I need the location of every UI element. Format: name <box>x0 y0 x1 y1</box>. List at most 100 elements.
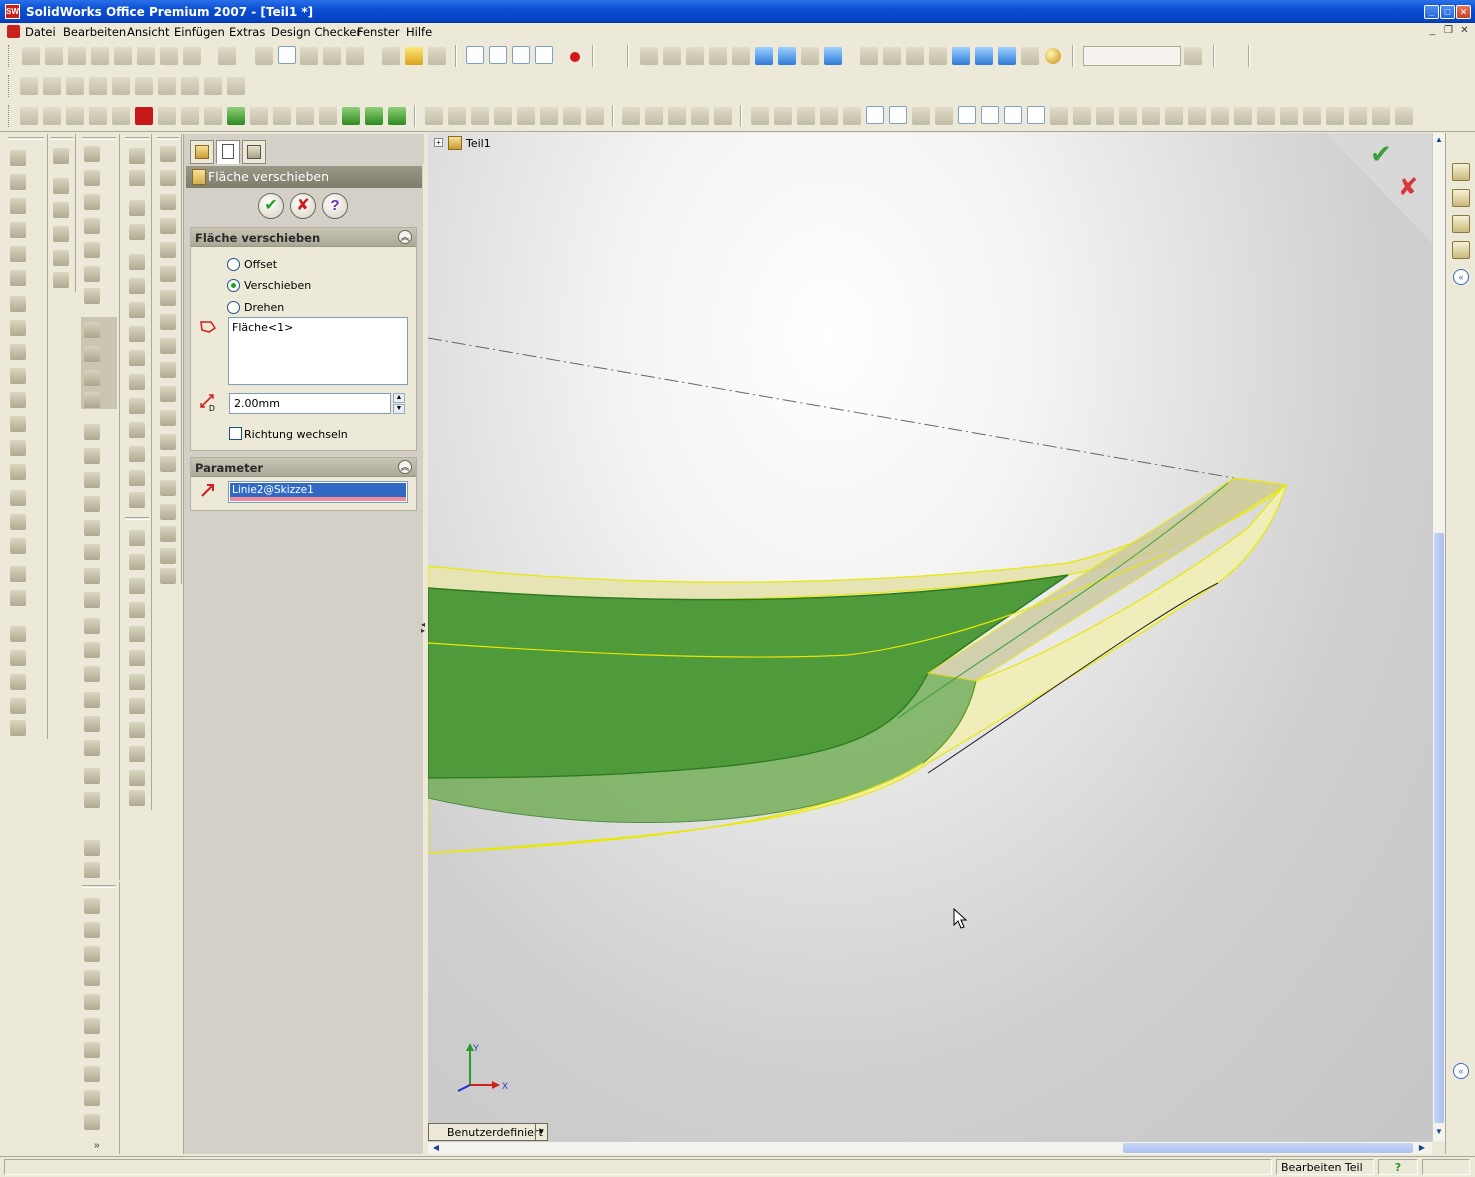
menu-bearbeiten[interactable]: Bearbeiten <box>63 25 126 39</box>
angular-dimension-icon[interactable] <box>129 398 145 414</box>
unfold-icon[interactable] <box>586 107 604 125</box>
shut-off-surface-icon[interactable] <box>53 226 69 242</box>
document-menu-icon[interactable] <box>7 25 20 38</box>
miter-flange-icon[interactable] <box>471 107 489 125</box>
mirror-entities-icon[interactable] <box>84 592 100 608</box>
filter-balloons-icon[interactable] <box>1234 107 1252 125</box>
configuration-dropdown[interactable] <box>1083 46 1181 66</box>
cam-icon[interactable] <box>160 504 176 520</box>
boundary-surface-icon[interactable] <box>714 107 732 125</box>
filter-routing-points-icon[interactable] <box>1372 107 1390 125</box>
stop-icon[interactable] <box>43 107 61 125</box>
ordinate-dimension-icon[interactable] <box>129 326 145 342</box>
previous-view-icon[interactable] <box>640 47 658 65</box>
menu-design-checker[interactable]: Design Checker <box>271 25 361 39</box>
doc-close-icon[interactable]: ✕ <box>1458 25 1471 37</box>
status-help-icon[interactable]: ? <box>1378 1159 1418 1175</box>
filter-curves-icon[interactable] <box>1073 107 1091 125</box>
pin-icon[interactable] <box>160 434 176 450</box>
sketch-rectangle-icon[interactable] <box>129 148 145 164</box>
trim-icon[interactable] <box>84 424 100 440</box>
scroll-up-icon[interactable]: ▲ <box>1434 135 1444 147</box>
untrim-surface-icon[interactable] <box>84 1090 100 1106</box>
reference-geometry-icon[interactable] <box>10 566 26 582</box>
fillet-icon[interactable] <box>10 296 26 312</box>
filter-sketch-points-icon[interactable] <box>889 106 907 124</box>
collapse-chevron-icon[interactable]: ︽ <box>398 230 412 244</box>
modify-sketch-icon[interactable] <box>84 692 100 708</box>
section-properties-icon[interactable] <box>89 77 107 95</box>
make-drawing-icon[interactable] <box>114 47 132 65</box>
model-view[interactable] <box>428 133 1432 1141</box>
end-cap-icon[interactable] <box>160 218 176 234</box>
three-point-arc-icon[interactable] <box>84 792 100 808</box>
appearance-sphere-icon[interactable] <box>1045 48 1061 64</box>
insert-block-icon[interactable] <box>129 790 145 806</box>
filter-notes-icon[interactable] <box>1096 107 1114 125</box>
vba-icon[interactable] <box>158 107 176 125</box>
draft-icon[interactable] <box>10 392 26 408</box>
offset-entities-icon[interactable] <box>84 370 100 386</box>
file-properties-icon[interactable] <box>382 47 400 65</box>
line-icon[interactable] <box>489 46 507 64</box>
view-orientation-dropdown[interactable]: Benutzerdefiniert ▼ <box>428 1123 548 1141</box>
chamfer-icon[interactable] <box>10 320 26 336</box>
cube-corner-icon[interactable] <box>129 626 145 642</box>
check-icon[interactable] <box>112 77 130 95</box>
cut-list-icon[interactable] <box>160 290 176 306</box>
horizontal-scrollbar[interactable]: ◀ ▶ <box>428 1141 1432 1154</box>
properties-icon[interactable] <box>160 47 178 65</box>
direction-reference-item[interactable]: Linie2@Skizze1 <box>230 483 406 497</box>
new-document-icon[interactable] <box>22 47 40 65</box>
filter-blocks-icon[interactable] <box>1165 107 1183 125</box>
parting-surface-icon[interactable] <box>53 250 69 266</box>
mate-reference-icon[interactable] <box>10 720 26 736</box>
faces-listbox[interactable]: Fläche<1> <box>228 317 408 385</box>
spring-icon[interactable] <box>160 526 176 542</box>
shaded-icon[interactable] <box>952 47 970 65</box>
sketch-chamfer-icon[interactable] <box>84 346 100 362</box>
cosmos-icon[interactable] <box>273 107 291 125</box>
fully-define-sketch-icon[interactable] <box>129 470 145 486</box>
construction-geometry-icon[interactable] <box>84 768 100 784</box>
hidden-lines-removed-icon[interactable] <box>906 47 924 65</box>
spin-up-icon[interactable]: ▲ <box>393 393 405 403</box>
grid-icon[interactable] <box>323 47 341 65</box>
parting-line-icon[interactable] <box>53 202 69 218</box>
knit-surface-icon[interactable] <box>84 970 100 986</box>
corner-icon[interactable] <box>160 338 176 354</box>
vertical-scroll-thumb[interactable] <box>1434 533 1444 1123</box>
rotate-entities-icon[interactable] <box>84 520 100 536</box>
status-resize-grip[interactable] <box>1422 1159 1470 1175</box>
surface-loft-icon[interactable] <box>691 107 709 125</box>
filter-vertices-icon[interactable] <box>774 107 792 125</box>
gear-icon[interactable] <box>160 480 176 496</box>
plane-icon[interactable] <box>10 626 26 642</box>
collapse-parameter-chevron-icon[interactable]: ︽ <box>398 460 412 474</box>
mass-properties-icon[interactable] <box>66 77 84 95</box>
split-line-icon[interactable] <box>53 178 69 194</box>
distance-input[interactable]: 2.00mm <box>229 393 391 414</box>
sketched-bend-icon[interactable] <box>540 107 558 125</box>
file-explorer-icon[interactable] <box>1452 215 1470 233</box>
linear-pattern-icon[interactable] <box>10 490 26 506</box>
shape-icon[interactable] <box>10 464 26 480</box>
point-ref-icon[interactable] <box>10 698 26 714</box>
filter-dowel-icon[interactable] <box>1326 107 1344 125</box>
play-icon[interactable] <box>20 107 38 125</box>
feature-manager-tab-icon[interactable] <box>190 140 214 164</box>
deviation-analysis-icon[interactable] <box>227 77 245 95</box>
sketch-copy-icon[interactable] <box>129 746 145 762</box>
move-entities-icon[interactable] <box>84 496 100 512</box>
filter-cosmetic-threads-icon[interactable] <box>1188 107 1206 125</box>
extend-surface-icon[interactable] <box>84 1042 100 1058</box>
home-icon[interactable] <box>1452 163 1470 181</box>
search-icon[interactable] <box>1452 241 1470 259</box>
zoom-to-area-icon[interactable] <box>686 47 704 65</box>
sketch-block-icon[interactable] <box>129 770 145 786</box>
extend-icon[interactable] <box>84 448 100 464</box>
cancel-button[interactable]: ✘ <box>290 193 316 219</box>
filter-surface-finish-icon[interactable] <box>1257 107 1275 125</box>
hidden-lines-visible-icon[interactable] <box>883 47 901 65</box>
select-icon[interactable] <box>255 47 273 65</box>
